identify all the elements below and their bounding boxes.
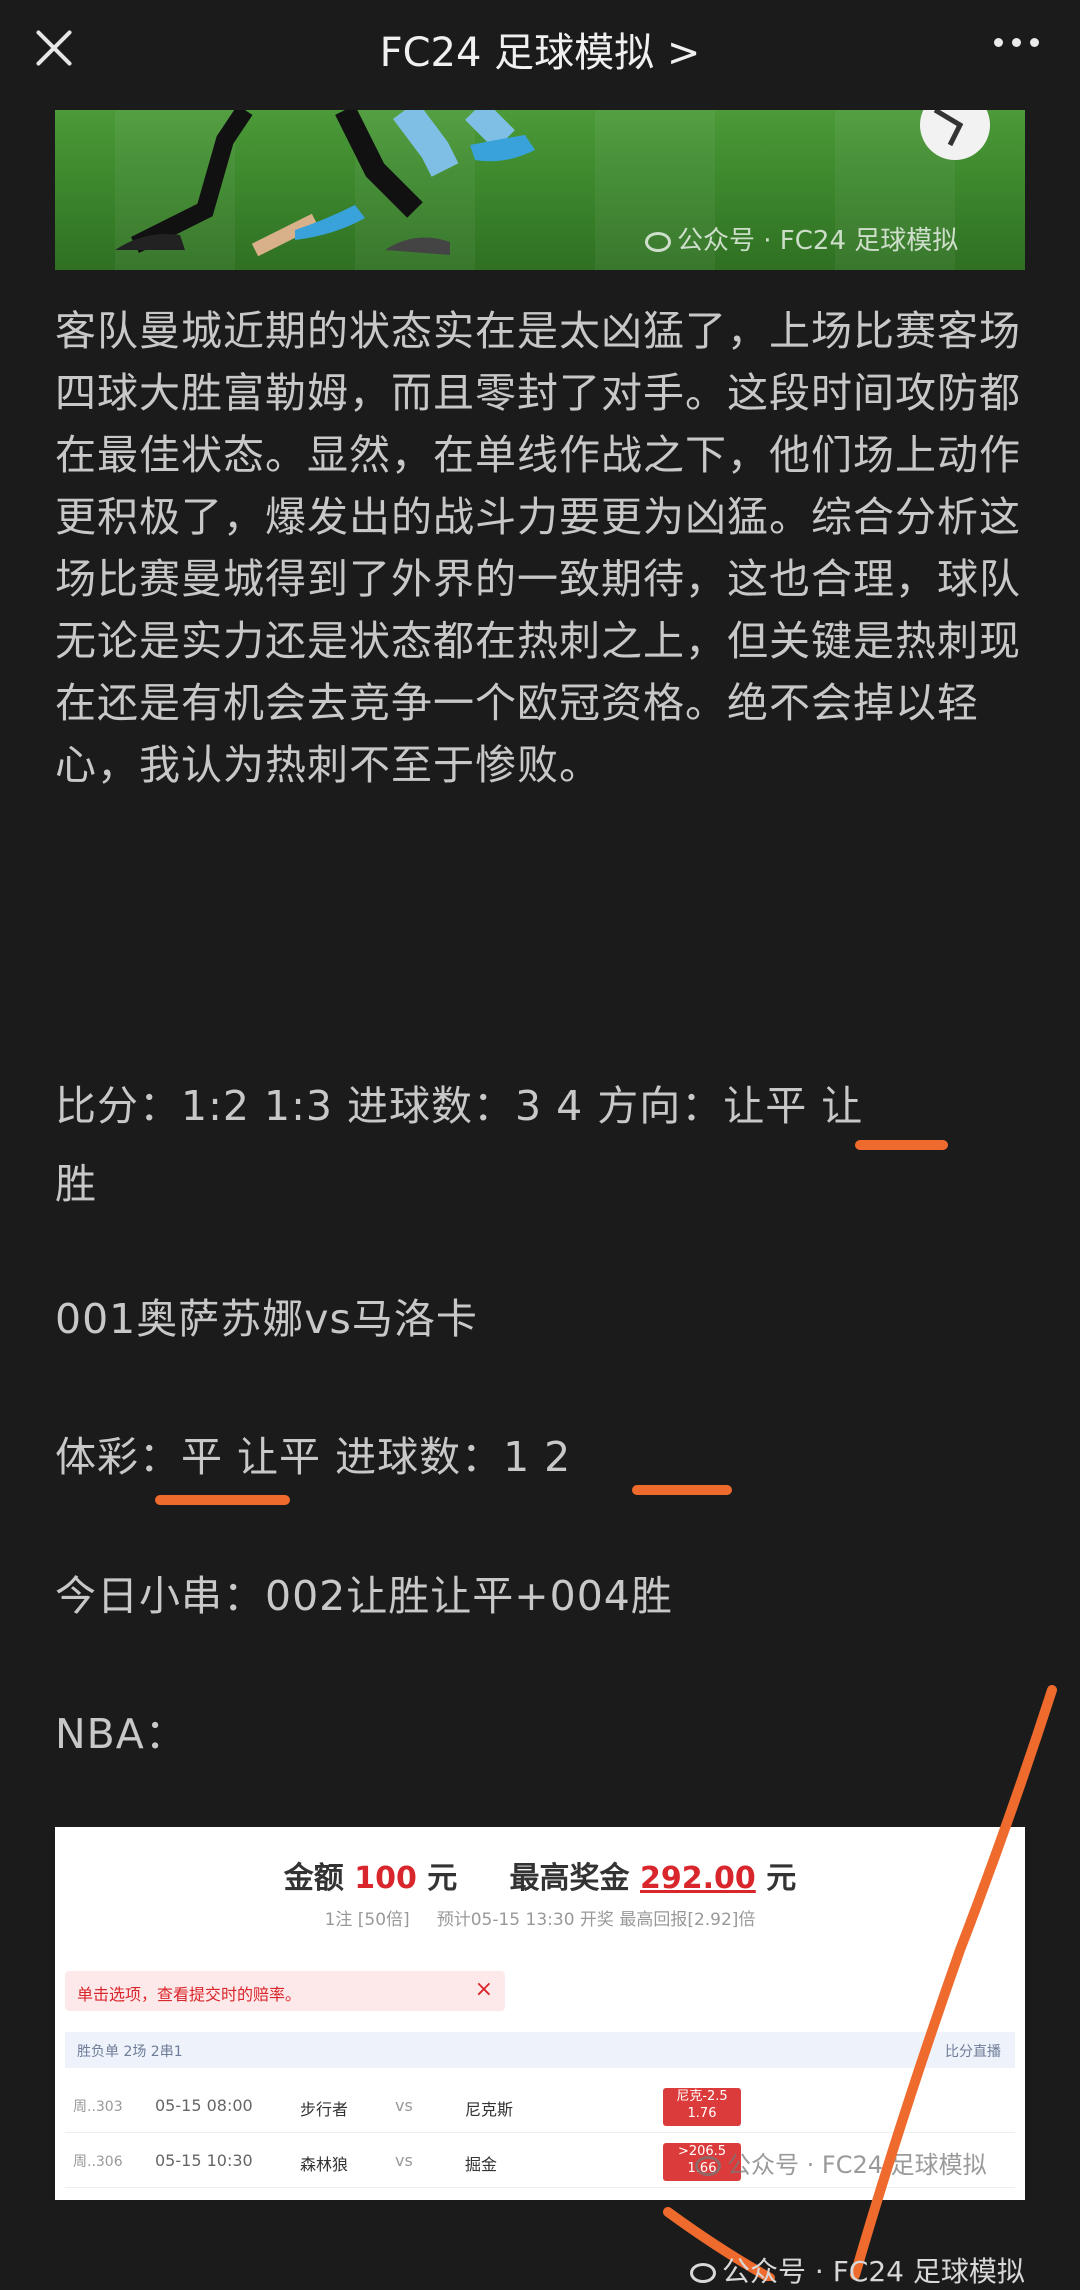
- lottery-prediction: 体彩：平 让平 进球数：1 2: [55, 1433, 572, 1481]
- odd-value: 1.76: [687, 2106, 717, 2121]
- hero-watermark: 公众号 · FC24 足球模拟: [645, 220, 958, 257]
- max-prize-unit: 元: [766, 1861, 797, 1896]
- vs-label: vs: [395, 2096, 413, 2115]
- bet-ticket-image: 金额 100 元 最高奖金 292.00 元 1注 [50倍] 预计05-15 …: [55, 1827, 1025, 2200]
- ticket-bar: 胜负单 2场 2串1 比分直播: [65, 2032, 1015, 2068]
- match-time: 05-15 08:00: [155, 2096, 253, 2115]
- home-team: 森林狼: [300, 2155, 349, 2174]
- article-paragraph: 客队曼城近期的状态实在是太凶猛了，上场比赛客场四球大胜富勒姆，而且零封了对手。这…: [55, 307, 1021, 789]
- match-code: 周..303: [73, 2099, 123, 2115]
- ticket-bets: 1注 [50倍]: [324, 1910, 410, 1930]
- match-title: 001奥萨苏娜vs马洛卡: [55, 1295, 478, 1343]
- hero-image: 公众号 · FC24 足球模拟: [55, 110, 1025, 270]
- more-options-icon[interactable]: [994, 32, 1050, 52]
- max-prize-label: 最高奖金: [509, 1861, 630, 1896]
- ticket-draw-time: 预计05-15 13:30 开奖 最高回报[2.92]倍: [436, 1910, 756, 1930]
- highlight-underline: [155, 1495, 290, 1505]
- wechat-icon: [645, 231, 671, 252]
- vs-label: vs: [395, 2151, 413, 2170]
- daily-combo: 今日小串：002让胜让平+004胜: [55, 1572, 673, 1620]
- highlight-underline: [632, 1485, 732, 1495]
- ticket-watermark-text: 公众号 · FC24 足球模拟: [727, 2151, 987, 2179]
- away-team: 尼克斯: [465, 2100, 514, 2119]
- match-time: 05-15 10:30: [155, 2151, 253, 2170]
- wechat-icon: [695, 2156, 721, 2176]
- ticket-amount: 金额 100 元 最高奖金 292.00 元: [55, 1853, 1025, 1897]
- ticket-watermark: 公众号 · FC24 足球模拟: [695, 2145, 987, 2180]
- live-score-link: 比分直播: [945, 2044, 1001, 2060]
- page-title[interactable]: FC24 足球模拟 >: [0, 20, 1080, 78]
- footer-watermark: 公众号 · FC24 足球模拟: [690, 2250, 1025, 2290]
- ticket-type: 胜负单 2场 2串1: [77, 2044, 183, 2060]
- odd-label: 尼克-2.5: [676, 2089, 728, 2104]
- footer-watermark-text: 公众号 · FC24 足球模拟: [722, 2255, 1025, 2288]
- amount-value: 100: [354, 1861, 417, 1896]
- highlight-underline: [855, 1140, 948, 1150]
- table-row: 周..303 05-15 08:00 步行者 vs 尼克斯 尼克-2.5 1.7…: [65, 2082, 1015, 2133]
- close-icon: ×: [474, 1977, 493, 2002]
- match-code: 周..306: [73, 2154, 123, 2170]
- away-team: 掘金: [465, 2155, 498, 2174]
- odds-hint: 单击选项，查看提交时的赔率。 ×: [65, 1971, 505, 2011]
- amount-unit: 元: [427, 1861, 458, 1896]
- wechat-icon: [690, 2263, 716, 2283]
- odd-badge: 尼克-2.5 1.76: [663, 2088, 741, 2126]
- prediction-line-cont: 胜: [55, 1160, 97, 1208]
- odds-hint-text: 单击选项，查看提交时的赔率。: [77, 1985, 302, 2004]
- max-prize-value: 292.00: [639, 1861, 756, 1896]
- nba-heading: NBA：: [55, 1710, 187, 1758]
- home-team: 步行者: [300, 2100, 349, 2119]
- hero-watermark-text: 公众号 · FC24 足球模拟: [677, 226, 959, 256]
- top-bar: FC24 足球模拟 >: [0, 0, 1080, 96]
- ticket-subinfo: 1注 [50倍] 预计05-15 13:30 开奖 最高回报[2.92]倍: [55, 1905, 1025, 1930]
- amount-label: 金额: [283, 1861, 344, 1896]
- prediction-line: 比分：1:2 1:3 进球数：3 4 方向：让平 让: [55, 1082, 864, 1130]
